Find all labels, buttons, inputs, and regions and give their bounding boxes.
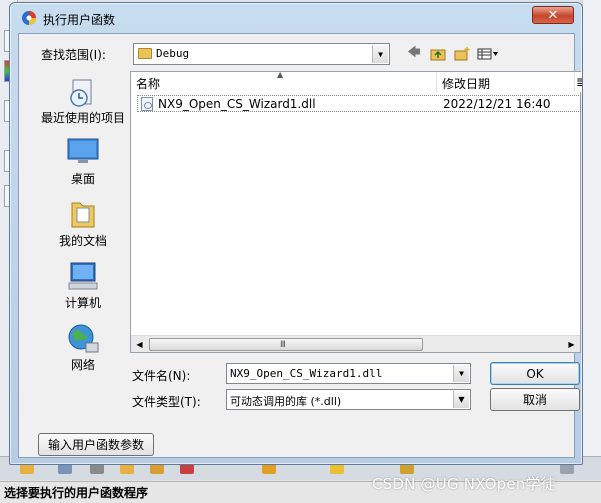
close-icon: ✕ [547,7,559,23]
place-recent-items[interactable]: 最近使用的项目 [33,76,133,125]
chevron-down-icon[interactable]: ▼ [453,365,469,382]
recent-items-icon [70,79,92,107]
dialog-title: 执行用户函数 [43,13,116,27]
view-menu-icon [477,48,498,60]
dll-file-icon [141,97,153,111]
file-name-cell: NX9_Open_CS_Wizard1.dll [158,97,316,111]
ok-button[interactable]: OK [490,362,580,385]
file-type-value: 可动态调用的库 (*.dll) [230,395,342,408]
computer-icon [68,262,98,290]
file-date-cell: 2022/12/21 16:40 [443,97,551,111]
my-documents-icon [71,202,95,228]
file-name-label: 文件名(N): [132,369,191,383]
desktop-icon [67,138,99,163]
view-menu-button[interactable] [475,45,501,63]
look-in-label: 查找范围(I): [41,48,106,62]
watermark: CSDN @UG NXOpen学徒 [372,475,556,493]
input-params-button[interactable]: 输入用户函数参数 [38,433,154,456]
folder-icon [138,48,152,59]
file-list-view[interactable]: 名称 ▲ 修改日期 ≣ NX9_Open_CS_Wizard1.dll 2022… [130,70,582,353]
file-name-combobox[interactable]: NX9_Open_CS_Wizard1.dll ▼ [226,363,471,384]
column-header-more[interactable]: ≣ [575,72,582,92]
file-type-combobox[interactable]: 可动态调用的库 (*.dll) ▼ [226,389,471,410]
scroll-right-icon[interactable]: ▶ [564,337,579,352]
place-computer[interactable]: 计算机 [33,261,133,310]
place-label: 桌面 [70,172,95,186]
look-in-value: Debug [156,47,190,60]
sort-ascending-icon: ▲ [277,70,284,79]
place-label: 网络 [70,358,95,372]
place-my-documents[interactable]: 我的文档 [33,199,133,248]
column-header-modified[interactable]: 修改日期 [437,72,575,92]
place-label: 我的文档 [58,234,107,248]
status-text: 选择要执行的用户函数程序 [4,486,149,500]
cancel-button[interactable]: 取消 [490,388,580,411]
file-row[interactable]: NX9_Open_CS_Wizard1.dll 2022/12/21 16:40 [137,95,581,112]
place-label: 最近使用的项目 [40,111,125,125]
scroll-left-icon[interactable]: ◀ [132,337,147,352]
file-name-value: NX9_Open_CS_Wizard1.dll [230,367,383,380]
chevron-down-icon[interactable]: ▼ [453,391,469,408]
scroll-thumb[interactable]: III [149,338,423,351]
back-arrow-icon[interactable]: 🡄 [405,45,423,63]
up-folder-icon [430,49,446,61]
file-type-label: 文件类型(T): [132,395,201,409]
close-button[interactable]: ✕ [532,6,574,24]
chevron-down-icon[interactable]: ▼ [372,45,388,63]
up-folder-button[interactable] [429,45,447,63]
background-right-panel [582,0,601,460]
column-header-name[interactable]: 名称 ▲ [131,70,437,92]
dialog-client-area: 查找范围(I): Debug ▼ 🡄 最近使用的项目 桌面 我的文档 计算机 网… [18,33,582,458]
new-folder-icon [454,47,470,61]
app-icon [22,11,36,25]
place-network[interactable]: 网络 [33,323,133,372]
look-in-combobox[interactable]: Debug ▼ [133,43,390,65]
network-icon [68,324,99,353]
place-desktop[interactable]: 桌面 [33,137,133,186]
open-file-dialog: 执行用户函数 ✕ 查找范围(I): Debug ▼ 🡄 最近使用的项目 桌面 我… [9,2,583,465]
horizontal-scrollbar[interactable]: ◀ III ▶ [131,335,580,352]
scroll-grip: III [280,340,286,350]
new-folder-button[interactable] [453,45,471,63]
place-label: 计算机 [64,296,101,310]
